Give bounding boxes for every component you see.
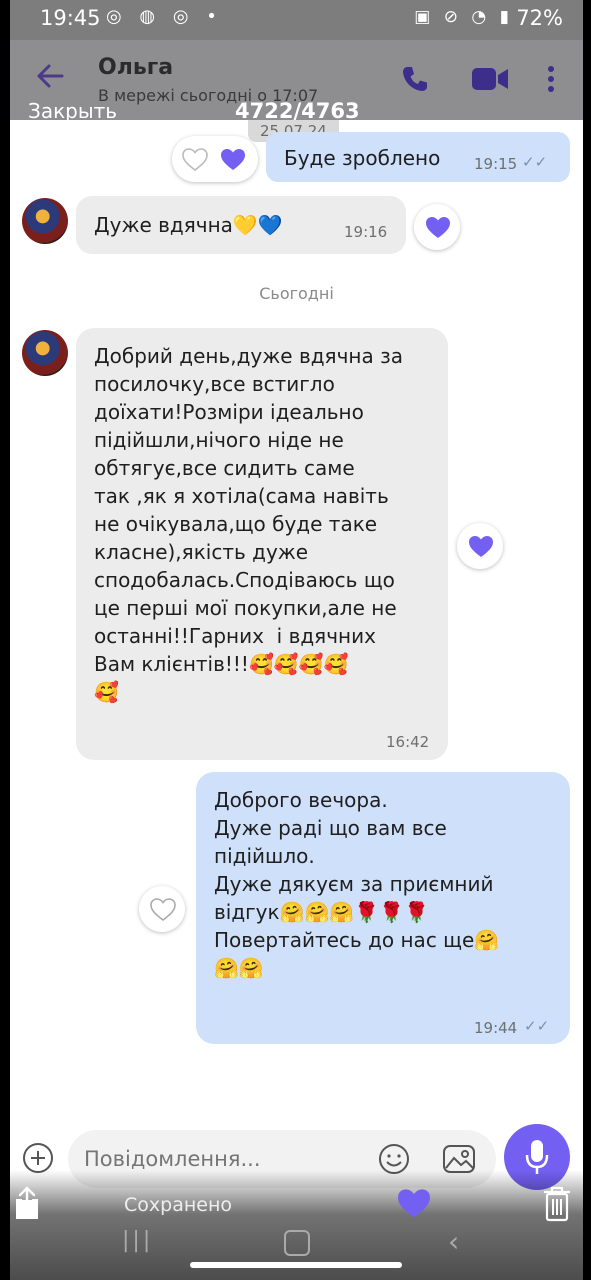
- reaction-bar[interactable]: [172, 136, 258, 182]
- more-options-icon[interactable]: [546, 64, 556, 98]
- message-text: Добрий день,дуже вдячна за посилочку,все…: [94, 344, 403, 704]
- screen: 19:45 ◎ ◍ ◎ • ▣ ⊘ ◔ ▮ 72% Ольга В мережі…: [10, 0, 583, 1280]
- contact-avatar[interactable]: [22, 330, 68, 376]
- heart-reaction[interactable]: [457, 523, 503, 569]
- message-time: 19:15: [474, 155, 518, 173]
- saved-label: Сохранено: [124, 1194, 232, 1216]
- share-icon[interactable]: [14, 1186, 40, 1224]
- back-nav-icon[interactable]: ‹: [448, 1225, 459, 1258]
- recent-apps-icon[interactable]: |||: [122, 1228, 153, 1253]
- read-ticks-icon: ✓✓: [524, 1017, 550, 1035]
- status-bar: 19:45 ◎ ◍ ◎ • ▣ ⊘ ◔ ▮ 72%: [10, 0, 583, 40]
- battery-level: 72%: [516, 6, 563, 30]
- notification-icons: ◎ ◍ ◎ •: [106, 6, 223, 27]
- message-text: Буде зроблено: [284, 146, 441, 170]
- video-call-icon[interactable]: [470, 64, 510, 98]
- read-ticks-icon: ✓✓: [522, 153, 548, 171]
- day-separator: Сьогодні: [259, 284, 334, 303]
- trash-icon[interactable]: [542, 1186, 572, 1226]
- back-arrow-icon[interactable]: [36, 62, 64, 94]
- empty-heart-reaction[interactable]: [139, 886, 185, 932]
- heart-reaction[interactable]: [414, 204, 460, 250]
- system-icons: ▣ ⊘ ◔ ▮: [414, 7, 513, 27]
- contact-name[interactable]: Ольга: [98, 55, 173, 80]
- chat-area[interactable]: 25.07.24 Буде зроблено 19:15 ✓✓ Дуже вдя…: [10, 120, 583, 1130]
- message-text: Доброго вечора. Дуже раді що вам все під…: [214, 788, 500, 980]
- message-time: 19:44: [474, 1019, 518, 1037]
- message-time: 19:16: [344, 223, 388, 241]
- message-bubble-outgoing[interactable]: Доброго вечора. Дуже раді що вам все під…: [196, 772, 570, 1044]
- home-icon[interactable]: [284, 1230, 310, 1256]
- phone-call-icon[interactable]: [400, 64, 430, 98]
- status-time: 19:45: [40, 6, 101, 30]
- message-text: Дуже вдячна💛💙: [94, 213, 283, 237]
- contact-avatar[interactable]: [22, 198, 68, 244]
- viewer-bottom-bar: Сохранено ||| ‹: [10, 1170, 583, 1280]
- home-indicator[interactable]: [190, 1262, 402, 1268]
- heart-icon[interactable]: [396, 1188, 432, 1224]
- message-bubble-incoming[interactable]: Дуже вдячна💛💙 19:16: [76, 196, 406, 254]
- message-bubble-incoming[interactable]: Добрий день,дуже вдячна за посилочку,все…: [76, 328, 448, 760]
- message-time: 16:42: [386, 733, 430, 751]
- message-bubble-outgoing[interactable]: Буде зроблено 19:15 ✓✓: [266, 132, 570, 182]
